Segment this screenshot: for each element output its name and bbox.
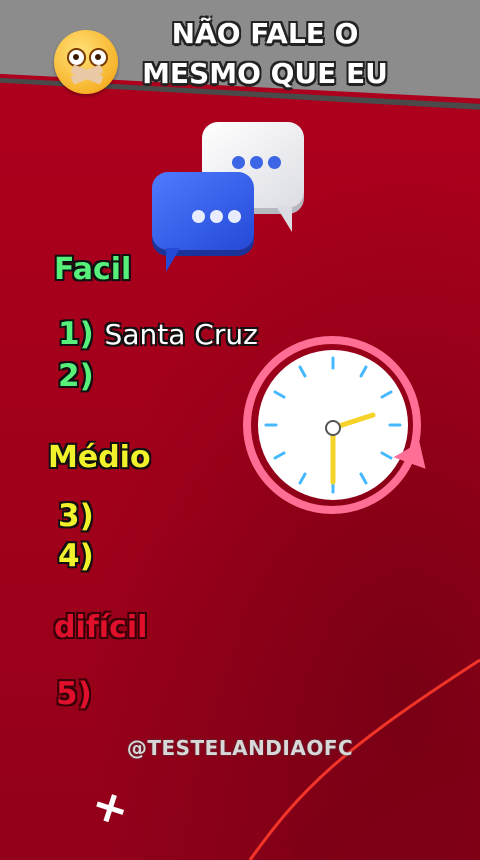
shushing-face-emoji-icon <box>54 30 118 94</box>
watermark: @TESTELANDIAOFC <box>126 736 354 760</box>
list-item-2: 2) <box>58 358 94 394</box>
item-number: 2) <box>58 358 94 394</box>
list-item-1: 1) Santa Cruz <box>58 316 258 352</box>
list-item-3: 3) <box>58 498 94 534</box>
item-number: 3) <box>58 498 94 534</box>
page-title: NÃO FALE O MESMO QUE EU <box>130 14 400 94</box>
list-item-4: 4) <box>58 538 94 574</box>
blue-chat-bubble <box>152 172 254 272</box>
title-line-2: MESMO QUE EU <box>142 57 388 90</box>
item-number: 4) <box>58 538 94 574</box>
section-heading-hard: difícil <box>54 610 148 645</box>
list-item-5: 5) <box>56 676 92 712</box>
clock-marks <box>264 356 402 494</box>
section-heading-medium: Médio <box>48 440 151 475</box>
emoji-left-eye <box>67 48 86 67</box>
item-answer: Santa Cruz <box>104 318 258 351</box>
item-number: 5) <box>56 676 92 712</box>
title-line-1: NÃO FALE O <box>171 17 359 50</box>
section-heading-easy: Facil <box>54 252 132 287</box>
item-number: 1) <box>58 316 94 352</box>
